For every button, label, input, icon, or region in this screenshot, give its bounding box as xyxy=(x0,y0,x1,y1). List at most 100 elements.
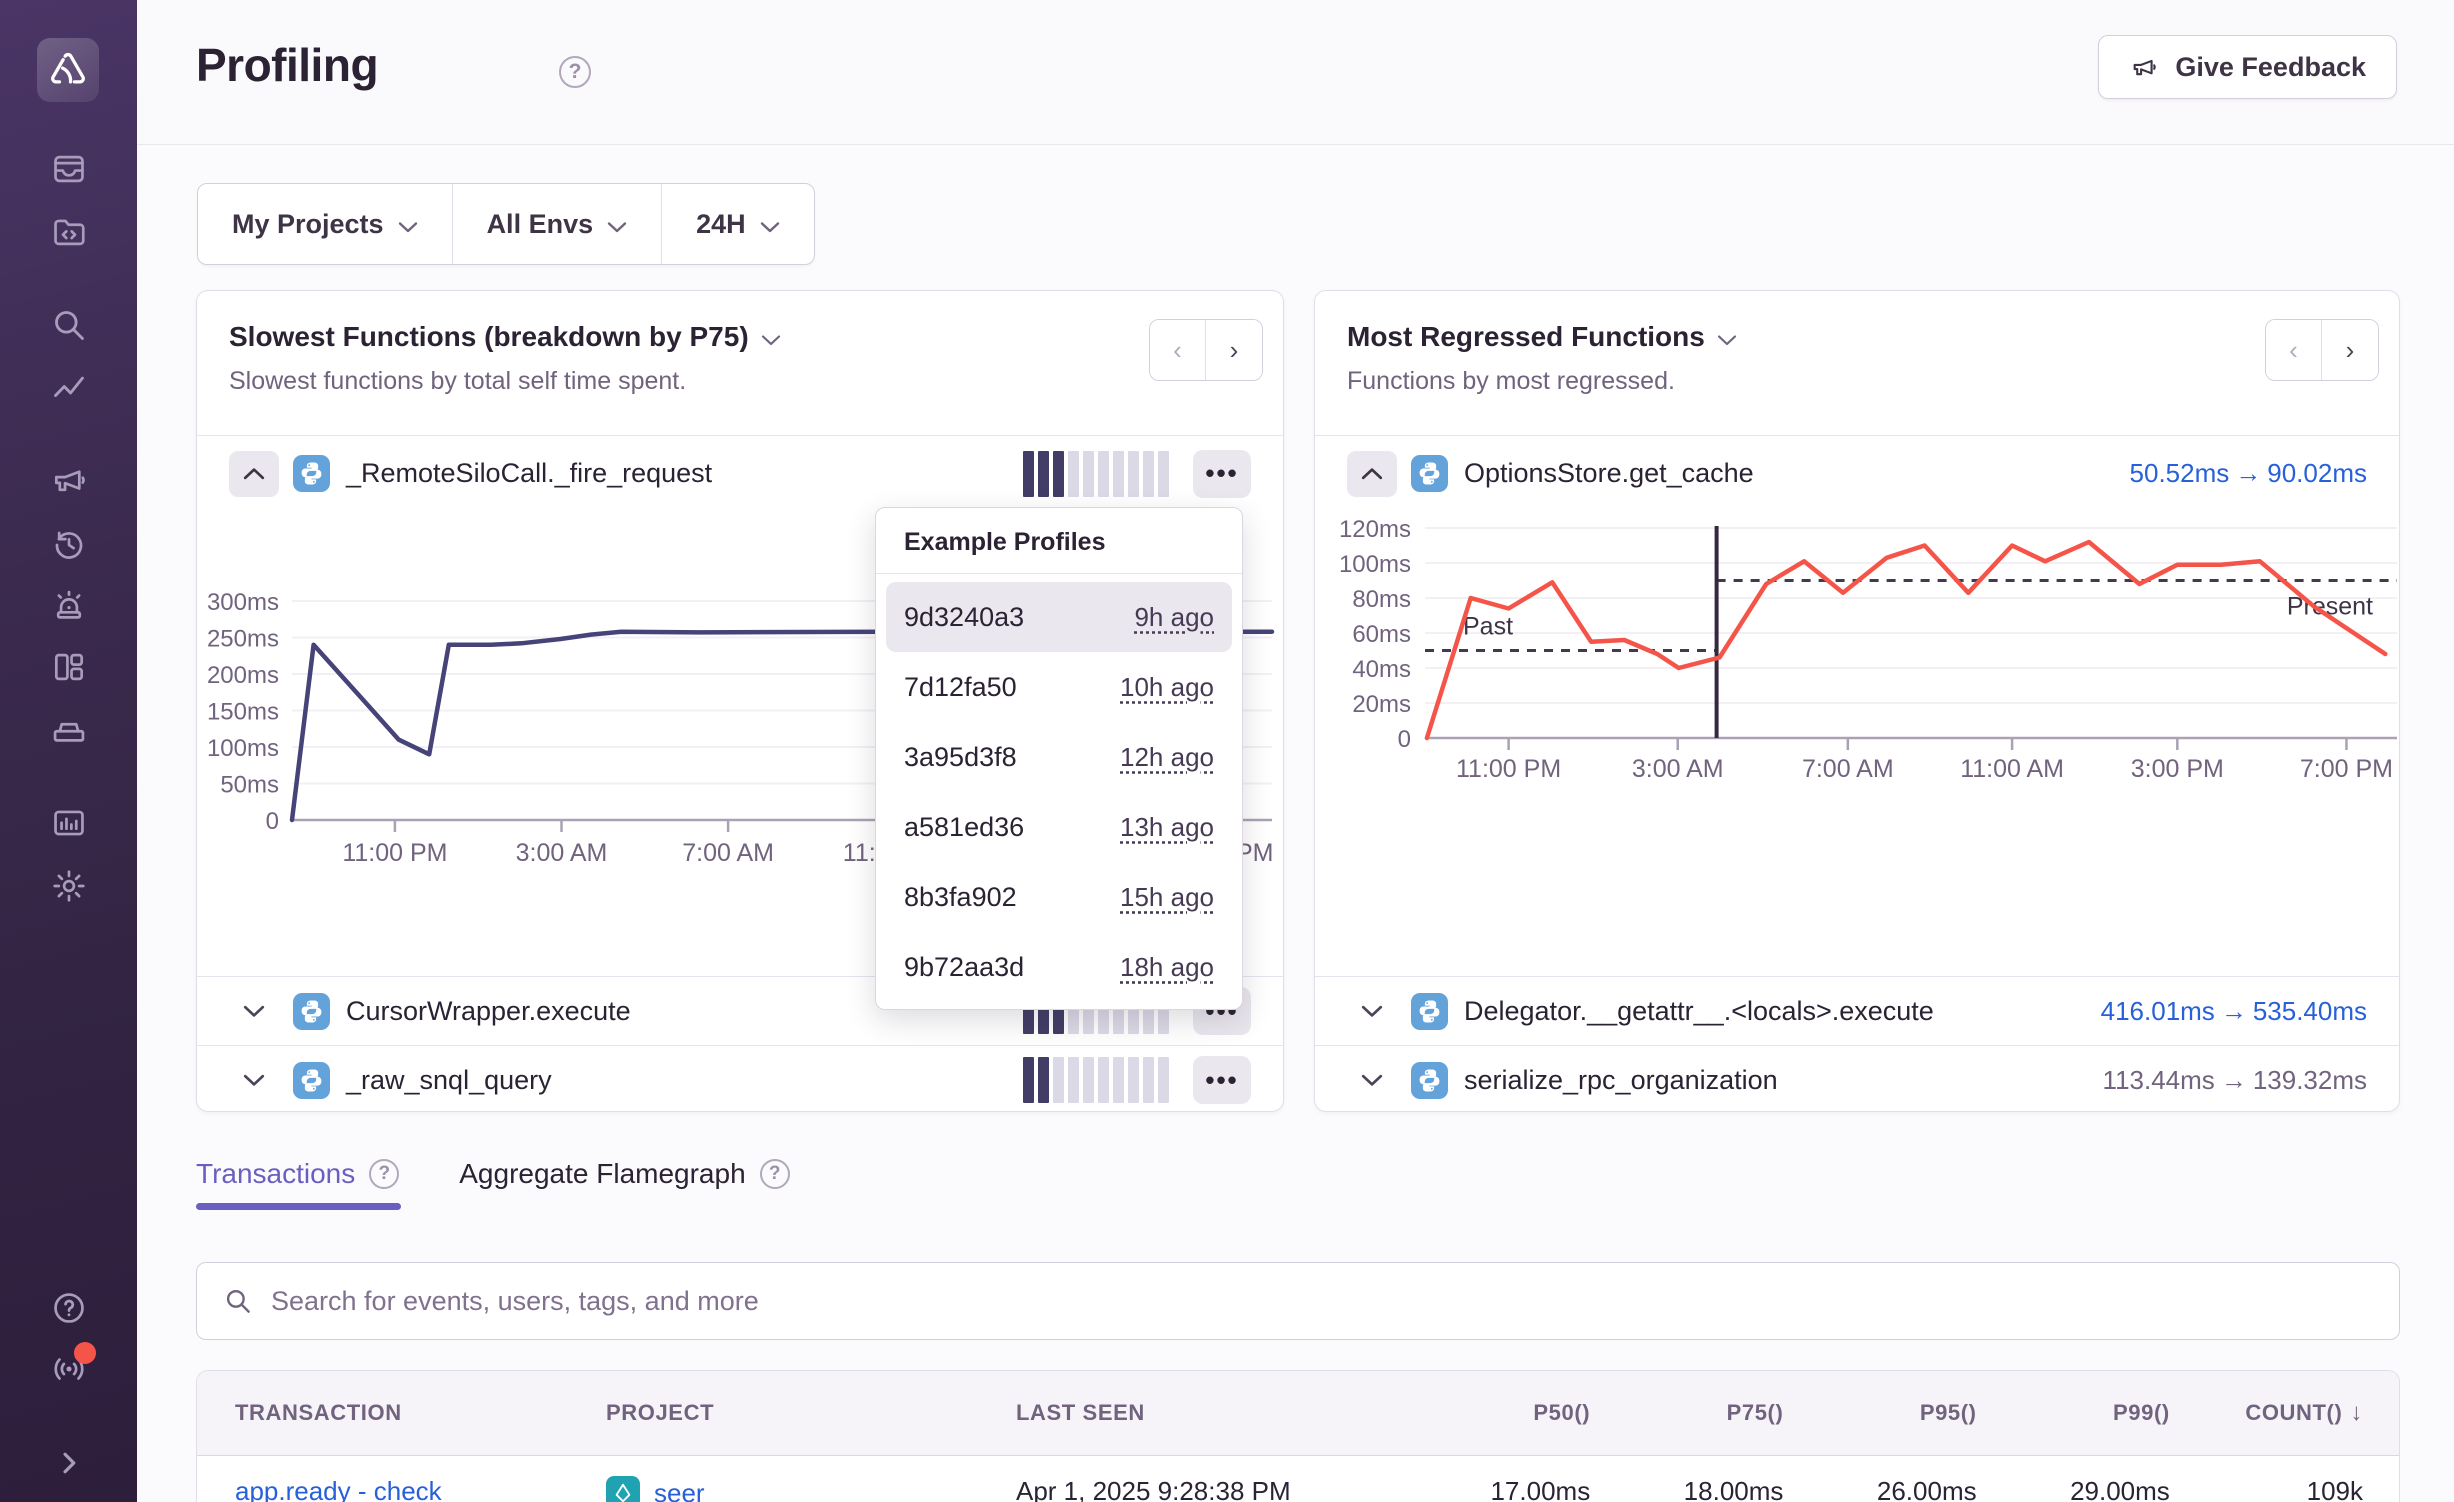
profile-id-link[interactable]: 3a95d3f8 xyxy=(904,742,1017,773)
col-p99[interactable]: P99() xyxy=(1977,1400,2170,1426)
profile-id-link[interactable]: a581ed36 xyxy=(904,812,1024,843)
expand-row-button[interactable] xyxy=(1347,1073,1397,1087)
expand-row-button[interactable] xyxy=(229,1073,279,1087)
profile-time-link[interactable]: 12h ago xyxy=(1120,742,1214,773)
transaction-link[interactable]: app.ready - check xyxy=(235,1476,442,1502)
projects-icon xyxy=(50,213,88,251)
collapse-row-button[interactable] xyxy=(1347,451,1397,497)
profile-sparkline[interactable] xyxy=(1023,1057,1169,1103)
svg-text:20ms: 20ms xyxy=(1352,691,1411,718)
profile-item[interactable]: 8b3fa902 15h ago xyxy=(886,862,1232,932)
arrow-right-icon: → xyxy=(2229,458,2267,488)
svg-text:40ms: 40ms xyxy=(1352,656,1411,683)
function-name[interactable]: Delegator.__getattr__.<locals>.execute xyxy=(1464,996,1934,1027)
layout-grid-icon xyxy=(50,648,88,686)
environment-filter[interactable]: All Envs xyxy=(452,184,662,264)
projects-filter[interactable]: My Projects xyxy=(198,184,452,264)
function-name[interactable]: serialize_rpc_organization xyxy=(1464,1065,1778,1096)
row-options-button[interactable]: ••• xyxy=(1193,450,1251,498)
col-project[interactable]: PROJECT xyxy=(606,1400,1016,1426)
function-name[interactable]: _raw_snql_query xyxy=(346,1065,552,1096)
give-feedback-button[interactable]: Give Feedback xyxy=(2098,35,2397,99)
svg-text:11:00 AM: 11:00 AM xyxy=(1960,755,2064,783)
sidebar-item-settings[interactable] xyxy=(49,866,89,906)
col-p95[interactable]: P95() xyxy=(1783,1400,1976,1426)
collapse-row-button[interactable] xyxy=(229,451,279,497)
trendline-icon xyxy=(50,371,88,409)
profile-sparkline[interactable] xyxy=(1023,451,1169,497)
bar-chart-icon xyxy=(50,804,88,842)
sidebar-item-explore[interactable] xyxy=(49,305,89,345)
chevron-down-icon xyxy=(1361,1073,1383,1087)
regression-values[interactable]: 416.01ms→535.40ms xyxy=(2101,996,2367,1027)
row-options-button[interactable]: ••• xyxy=(1193,1056,1251,1104)
expand-row-button[interactable] xyxy=(1347,1004,1397,1018)
slowest-functions-title-dropdown[interactable]: Slowest Functions (breakdown by P75) xyxy=(229,321,1251,353)
sidebar-item-issues[interactable] xyxy=(49,149,89,189)
date-range-filter[interactable]: 24H xyxy=(661,184,814,264)
col-p75[interactable]: P75() xyxy=(1590,1400,1783,1426)
sidebar-item-projects[interactable] xyxy=(49,212,89,252)
profile-time-link[interactable]: 18h ago xyxy=(1120,952,1214,983)
regression-values[interactable]: 113.44ms→139.32ms xyxy=(2103,1065,2367,1096)
profile-id-link[interactable]: 7d12fa50 xyxy=(904,672,1017,703)
svg-text:3:00 PM: 3:00 PM xyxy=(2131,755,2224,783)
profile-time-link[interactable]: 15h ago xyxy=(1120,882,1214,913)
sidebar-item-releases[interactable] xyxy=(49,709,89,749)
profile-id-link[interactable]: 9b72aa3d xyxy=(904,952,1024,983)
expand-row-button[interactable] xyxy=(229,1004,279,1018)
sidebar-help[interactable] xyxy=(49,1288,89,1328)
col-transaction[interactable]: TRANSACTION xyxy=(197,1400,606,1426)
tab-transactions[interactable]: Transactions ? xyxy=(196,1158,399,1190)
project-link[interactable]: seer xyxy=(654,1478,705,1502)
function-name[interactable]: _RemoteSiloCall._fire_request xyxy=(346,458,712,489)
profile-item[interactable]: a581ed36 13h ago xyxy=(886,792,1232,862)
most-regressed-subtitle: Functions by most regressed. xyxy=(1347,367,2367,396)
help-icon[interactable]: ? xyxy=(369,1159,399,1189)
profile-time-link[interactable]: 13h ago xyxy=(1120,812,1214,843)
svg-text:11:00 PM: 11:00 PM xyxy=(1456,755,1561,783)
profile-item[interactable]: 9d3240a3 9h ago xyxy=(886,582,1232,652)
sidebar-item-replays[interactable] xyxy=(49,525,89,565)
archive-stack-icon xyxy=(50,710,88,748)
profile-time-link[interactable]: 10h ago xyxy=(1120,672,1214,703)
sidebar-service-updates[interactable] xyxy=(49,1349,89,1389)
col-count-sort[interactable]: COUNT() ↓ xyxy=(2170,1399,2399,1427)
sidebar-item-alerts[interactable] xyxy=(49,586,89,626)
sentry-logo[interactable] xyxy=(37,38,99,102)
profile-time-link[interactable]: 9h ago xyxy=(1134,602,1214,633)
most-regressed-panel: Most Regressed Functions Functions by mo… xyxy=(1314,290,2400,1112)
after-value: 90.02ms xyxy=(2267,458,2367,488)
sidebar-collapse[interactable] xyxy=(49,1443,89,1483)
most-regressed-title-dropdown[interactable]: Most Regressed Functions xyxy=(1347,321,2367,353)
sidebar-item-stats[interactable] xyxy=(49,803,89,843)
function-name[interactable]: CursorWrapper.execute xyxy=(346,996,631,1027)
pager-prev-button[interactable]: ‹ xyxy=(1150,320,1206,380)
col-last-seen[interactable]: LAST SEEN xyxy=(1016,1400,1397,1426)
table-row[interactable]: app.ready - check seer Apr 1, 2025 9:28:… xyxy=(197,1456,2399,1502)
search-input[interactable] xyxy=(271,1286,2373,1317)
profile-id-link[interactable]: 8b3fa902 xyxy=(904,882,1017,913)
sentry-logo-icon xyxy=(47,50,89,90)
profile-item[interactable]: 3a95d3f8 12h ago xyxy=(886,722,1232,792)
environment-filter-label: All Envs xyxy=(487,209,594,240)
profiling-page: Profiling ? Give Feedback My Projects Al… xyxy=(0,0,2454,1502)
pager-next-button[interactable]: › xyxy=(1206,320,1262,380)
svg-text:150ms: 150ms xyxy=(207,699,279,726)
function-name[interactable]: OptionsStore.get_cache xyxy=(1464,458,1754,489)
pager-next-button[interactable]: › xyxy=(2322,320,2378,380)
profile-item[interactable]: 9b72aa3d 18h ago xyxy=(886,932,1232,1002)
col-p50[interactable]: P50() xyxy=(1397,1400,1590,1426)
profile-id-link[interactable]: 9d3240a3 xyxy=(904,602,1024,633)
table-header: TRANSACTION PROJECT LAST SEEN P50() P75(… xyxy=(197,1371,2399,1456)
help-icon[interactable]: ? xyxy=(760,1159,790,1189)
sidebar-item-performance[interactable] xyxy=(49,370,89,410)
page-help-icon[interactable]: ? xyxy=(559,56,591,88)
sidebar-item-dashboards[interactable] xyxy=(49,647,89,687)
regression-values[interactable]: 50.52ms→90.02ms xyxy=(2130,458,2367,489)
tab-aggregate-flamegraph[interactable]: Aggregate Flamegraph ? xyxy=(459,1158,789,1190)
gear-icon xyxy=(50,867,88,905)
sidebar-item-feedback[interactable] xyxy=(49,460,89,500)
profile-item[interactable]: 7d12fa50 10h ago xyxy=(886,652,1232,722)
pager-prev-button[interactable]: ‹ xyxy=(2266,320,2322,380)
